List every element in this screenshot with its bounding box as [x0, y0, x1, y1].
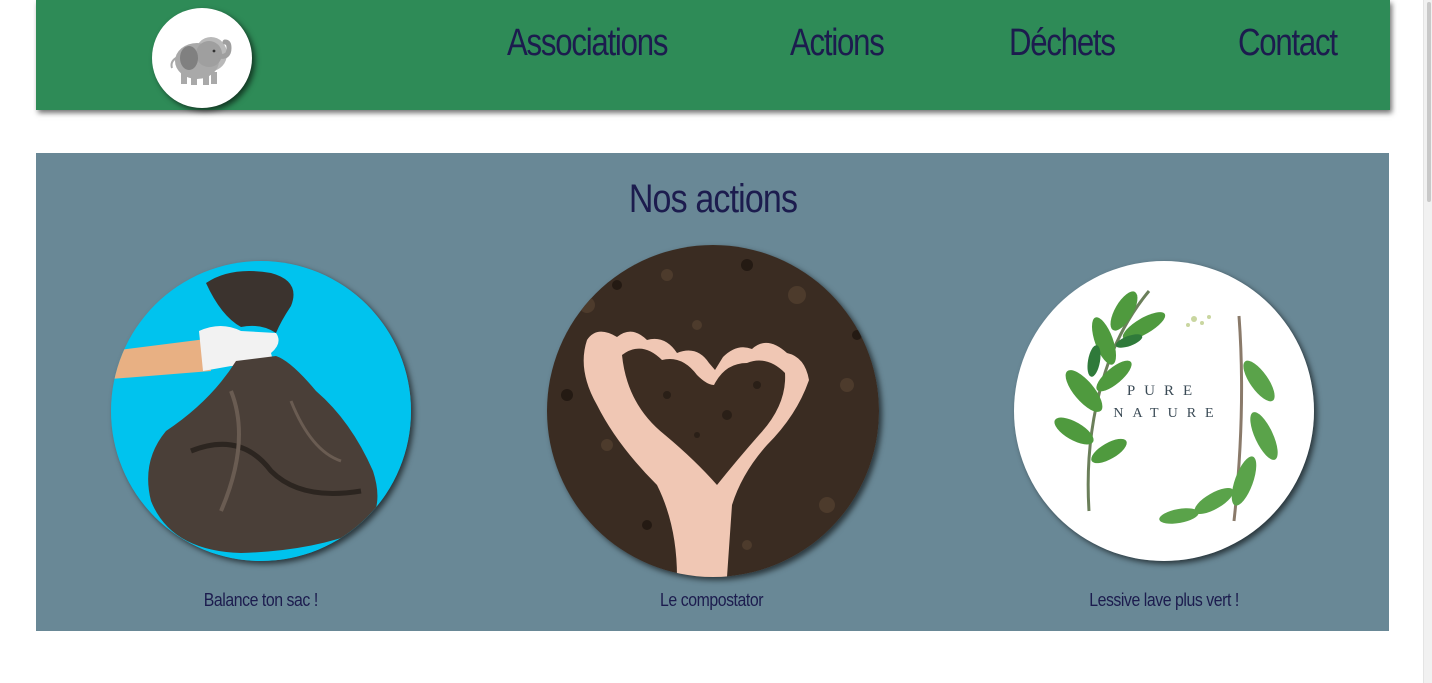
- pure-nature-line1: PURE: [1127, 383, 1201, 399]
- nav-item-associations[interactable]: Associations: [507, 22, 668, 65]
- site-logo[interactable]: [152, 8, 252, 108]
- section-title: Nos actions: [628, 177, 797, 221]
- nav-item-contact[interactable]: Contact: [1238, 22, 1338, 65]
- action-image-garbage-bag[interactable]: [111, 261, 411, 561]
- nav-item-actions[interactable]: Actions: [790, 22, 885, 65]
- garbage-bag-image: [111, 261, 411, 561]
- elephant-icon: [170, 37, 232, 85]
- page-scrollbar[interactable]: [1423, 0, 1432, 683]
- nav-item-dechets[interactable]: Déchets: [1009, 22, 1116, 65]
- action-link-compostator[interactable]: Le compostator: [562, 590, 862, 611]
- actions-section: Nos actions Balance ton sac ! Le compost…: [36, 153, 1389, 631]
- soil-heart-image: [547, 245, 879, 577]
- pure-nature-line2: NATURE: [1113, 406, 1222, 421]
- scrollbar-thumb[interactable]: [1427, 2, 1431, 202]
- pure-nature-image: PURE NATURE: [1014, 261, 1314, 561]
- action-link-lessive[interactable]: Lessive lave plus vert !: [1014, 590, 1314, 611]
- action-image-compost[interactable]: [547, 245, 879, 577]
- site-header: Associations Actions Déchets Contact: [36, 0, 1390, 110]
- action-link-balance-ton-sac[interactable]: Balance ton sac !: [111, 590, 411, 611]
- action-image-lessive[interactable]: PURE NATURE: [1014, 261, 1314, 561]
